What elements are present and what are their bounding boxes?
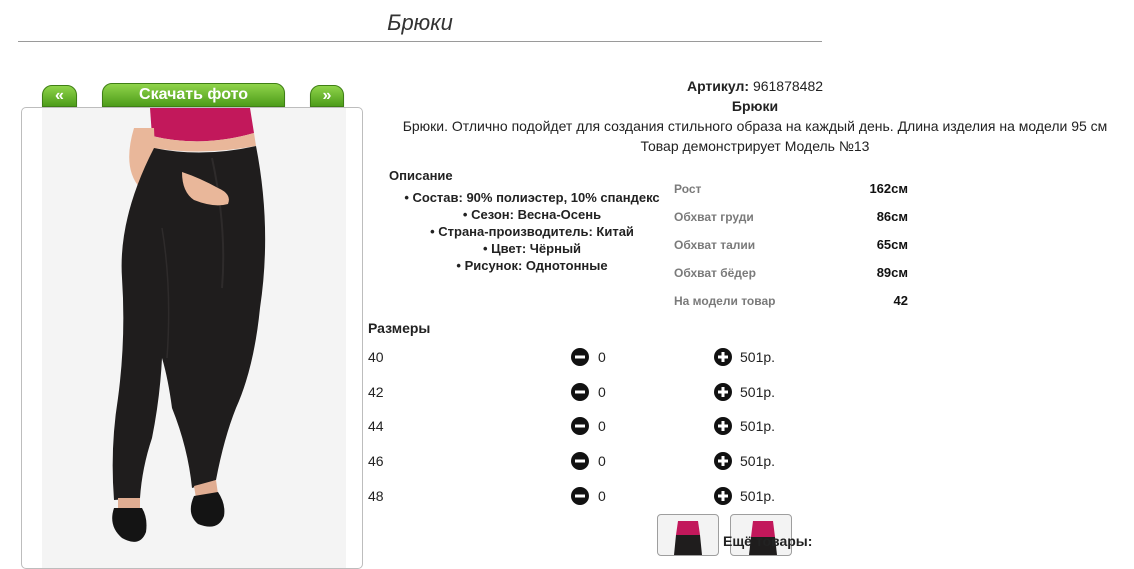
minus-circle-icon[interactable] — [571, 417, 589, 436]
model-note: Товар демонстрирует Модель №13 — [640, 138, 870, 154]
description-item: Сезон: Весна-Осень — [372, 206, 692, 223]
size-row: 46 0 501р. — [368, 449, 808, 484]
minus-circle-icon[interactable] — [571, 348, 589, 366]
title-divider — [18, 41, 822, 42]
measurement-label: Обхват бёдер — [674, 266, 756, 280]
size-row: 40 0 501р. — [368, 345, 808, 380]
measurement-row: Рост 162см — [674, 178, 914, 206]
quantity-value: 0 — [598, 487, 606, 504]
size-label: 42 — [368, 383, 384, 400]
measurement-value: 65см — [876, 237, 908, 252]
measurement-value: 86см — [876, 209, 908, 224]
description-item: Состав: 90% полиэстер, 10% спандекс — [372, 189, 692, 206]
quantity-value: 0 — [598, 383, 606, 400]
quantity-value: 0 — [598, 453, 606, 470]
price-value: 501р. — [740, 349, 776, 365]
plus-circle-icon[interactable] — [714, 452, 732, 471]
size-label: 44 — [368, 418, 384, 435]
size-row: 42 0 501р. — [368, 380, 808, 415]
price-value: 501р. — [740, 487, 776, 504]
page-title: Брюки — [387, 10, 453, 35]
measurement-value: 89см — [876, 265, 908, 280]
next-photo-button[interactable]: » — [310, 85, 344, 107]
product-name: Брюки — [731, 98, 779, 114]
plus-circle-icon[interactable] — [714, 486, 732, 505]
article-line: Артикул: 961878482 — [380, 76, 1130, 96]
minus-circle-icon[interactable] — [571, 382, 589, 401]
measurement-label: Обхват талии — [674, 238, 756, 252]
measurement-label: Рост — [674, 182, 702, 196]
description-item: Рисунок: Однотонные — [372, 257, 692, 274]
product-photo[interactable] — [21, 107, 363, 569]
price-value: 501р. — [740, 418, 776, 435]
sizes-heading: Размеры — [368, 320, 431, 336]
price-value: 501р. — [740, 383, 776, 400]
description-item: Цвет: Чёрный — [372, 240, 692, 257]
measurement-label: На модели товар — [674, 294, 776, 308]
model-illustration — [112, 108, 266, 542]
minus-circle-icon[interactable] — [571, 486, 589, 505]
size-label: 40 — [368, 349, 384, 365]
measurement-row: Обхват талии 65см — [674, 234, 914, 262]
measurement-value: 162см — [869, 181, 908, 196]
article-value: 961878482 — [752, 78, 824, 94]
plus-circle-icon[interactable] — [714, 417, 732, 436]
description-list: Состав: 90% полиэстер, 10% спандекс Сезо… — [372, 189, 692, 274]
prev-photo-button[interactable]: « — [42, 85, 77, 107]
download-photo-button[interactable]: Скачать фото — [102, 83, 285, 107]
measurement-row: Обхват бёдер 89см — [674, 262, 914, 290]
sizes-table: 40 0 501р. 42 0 501р. 44 0 501р. 46 0 50… — [368, 345, 808, 518]
quantity-value: 0 — [598, 418, 606, 435]
size-label: 46 — [368, 453, 384, 470]
plus-circle-icon[interactable] — [714, 382, 732, 401]
description-item: Страна-производитель: Китай — [372, 223, 692, 240]
minus-circle-icon[interactable] — [571, 452, 589, 471]
size-label: 48 — [368, 487, 384, 504]
quantity-value: 0 — [598, 349, 606, 365]
product-summary: Брюки. Отлично подойдет для создания сти… — [402, 118, 1108, 134]
measurement-value: 42 — [893, 293, 908, 308]
product-info: Артикул: 961878482 Брюки Брюки. Отлично … — [380, 76, 1130, 156]
price-value: 501р. — [740, 453, 776, 470]
size-row: 44 0 501р. — [368, 414, 808, 449]
measurement-row: На модели товар 42 — [674, 290, 914, 318]
model-measurements: Рост 162см Обхват груди 86см Обхват тали… — [674, 178, 914, 318]
article-label: Артикул: — [686, 78, 750, 94]
measurement-label: Обхват груди — [674, 210, 754, 224]
thumbnail-image[interactable] — [657, 514, 719, 556]
plus-circle-icon[interactable] — [714, 348, 732, 366]
measurement-row: Обхват груди 86см — [674, 206, 914, 234]
more-products-heading: Ещё товары: — [723, 533, 813, 549]
description-heading: Описание — [389, 168, 453, 183]
